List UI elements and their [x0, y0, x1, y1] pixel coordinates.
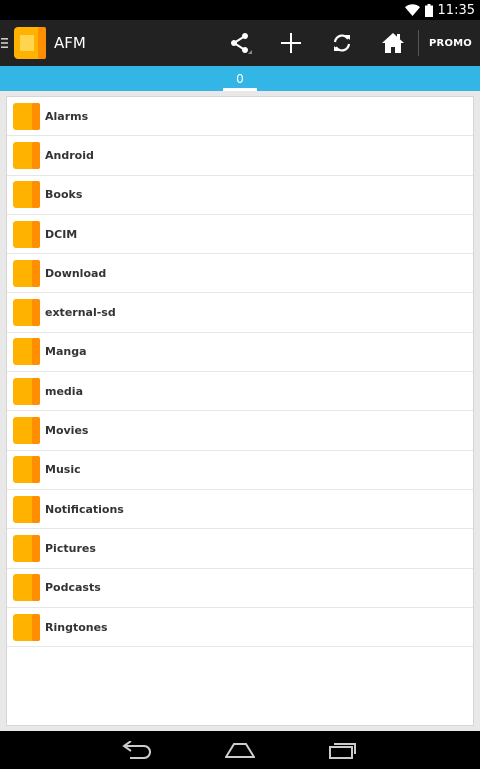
list-item[interactable]: Notifications: [7, 490, 473, 530]
file-name: Podcasts: [45, 581, 101, 595]
file-name: Manga: [45, 345, 87, 359]
folder-icon: [13, 574, 40, 602]
folder-icon: [13, 220, 40, 248]
file-name: media: [45, 384, 83, 398]
back-button[interactable]: [107, 731, 167, 769]
file-name: Movies: [45, 424, 89, 438]
list-item[interactable]: Pictures: [7, 529, 473, 569]
file-name: Ringtones: [45, 620, 108, 634]
folder-icon: [13, 259, 40, 287]
screen: 11:35 AFM PROMO 0 Alarms Android Books D…: [0, 0, 480, 769]
folder-icon: [13, 299, 40, 327]
refresh-icon: [333, 34, 350, 52]
navigation-bar: [0, 731, 480, 769]
promo-button[interactable]: PROMO: [421, 20, 480, 66]
file-name: Music: [45, 463, 81, 477]
action-bar: AFM PROMO: [0, 20, 480, 66]
status-bar: 11:35: [0, 0, 480, 20]
file-name: external-sd: [45, 306, 116, 320]
list-item[interactable]: Books: [7, 176, 473, 215]
home-nav-button[interactable]: [210, 731, 270, 769]
file-name: Pictures: [45, 541, 96, 555]
wifi-icon: [404, 4, 420, 16]
file-name: Books: [45, 188, 83, 202]
file-name: Download: [45, 266, 107, 280]
folder-icon: [13, 181, 40, 209]
folder-icon: [13, 417, 40, 445]
recents-button[interactable]: [313, 731, 373, 769]
afm-app-icon: [14, 27, 46, 59]
folder-icon: [13, 534, 40, 562]
file-name: Android: [45, 148, 94, 162]
list-item[interactable]: Manga: [7, 333, 473, 373]
list-item[interactable]: DCIM: [7, 215, 473, 255]
folder-icon: [13, 141, 40, 169]
list-item[interactable]: Movies: [7, 411, 473, 451]
list-item[interactable]: Android: [7, 136, 473, 176]
tab-indicator: [223, 88, 257, 91]
list-item[interactable]: Podcasts: [7, 569, 473, 608]
add-icon: [280, 33, 301, 53]
file-list: Alarms Android Books DCIM Download external-s…: [6, 96, 474, 726]
folder-icon: [13, 495, 40, 523]
file-name: Alarms: [45, 109, 89, 123]
battery-icon: [424, 3, 433, 17]
list-item[interactable]: Music: [7, 451, 473, 490]
tab-strip: 0: [0, 66, 480, 91]
home-nav-icon: [225, 743, 255, 758]
back-icon: [122, 741, 151, 759]
folder-icon: [13, 377, 40, 405]
home-button[interactable]: [367, 20, 418, 66]
share-button[interactable]: [214, 20, 265, 66]
action-divider: [418, 30, 420, 56]
drawer-toggle[interactable]: [0, 20, 48, 66]
folder-icon: [13, 613, 40, 641]
file-name: DCIM: [45, 227, 78, 241]
app-title: AFM: [54, 34, 86, 52]
drawer-menu-icon: [1, 38, 8, 48]
list-item[interactable]: media: [7, 372, 473, 412]
share-icon: [230, 33, 252, 54]
list-item[interactable]: Ringtones: [7, 608, 473, 648]
list-item[interactable]: external-sd: [7, 293, 473, 333]
add-button[interactable]: [265, 20, 316, 66]
folder-icon: [13, 338, 40, 366]
folder-icon: [13, 456, 40, 484]
recents-icon: [329, 743, 356, 759]
refresh-button[interactable]: [316, 20, 367, 66]
home-icon: [381, 33, 404, 53]
list-item[interactable]: Download: [7, 254, 473, 294]
folder-icon: [13, 102, 40, 130]
list-item[interactable]: Alarms: [7, 97, 473, 137]
file-name: Notifications: [45, 502, 124, 516]
status-time: 11:35: [437, 2, 475, 18]
